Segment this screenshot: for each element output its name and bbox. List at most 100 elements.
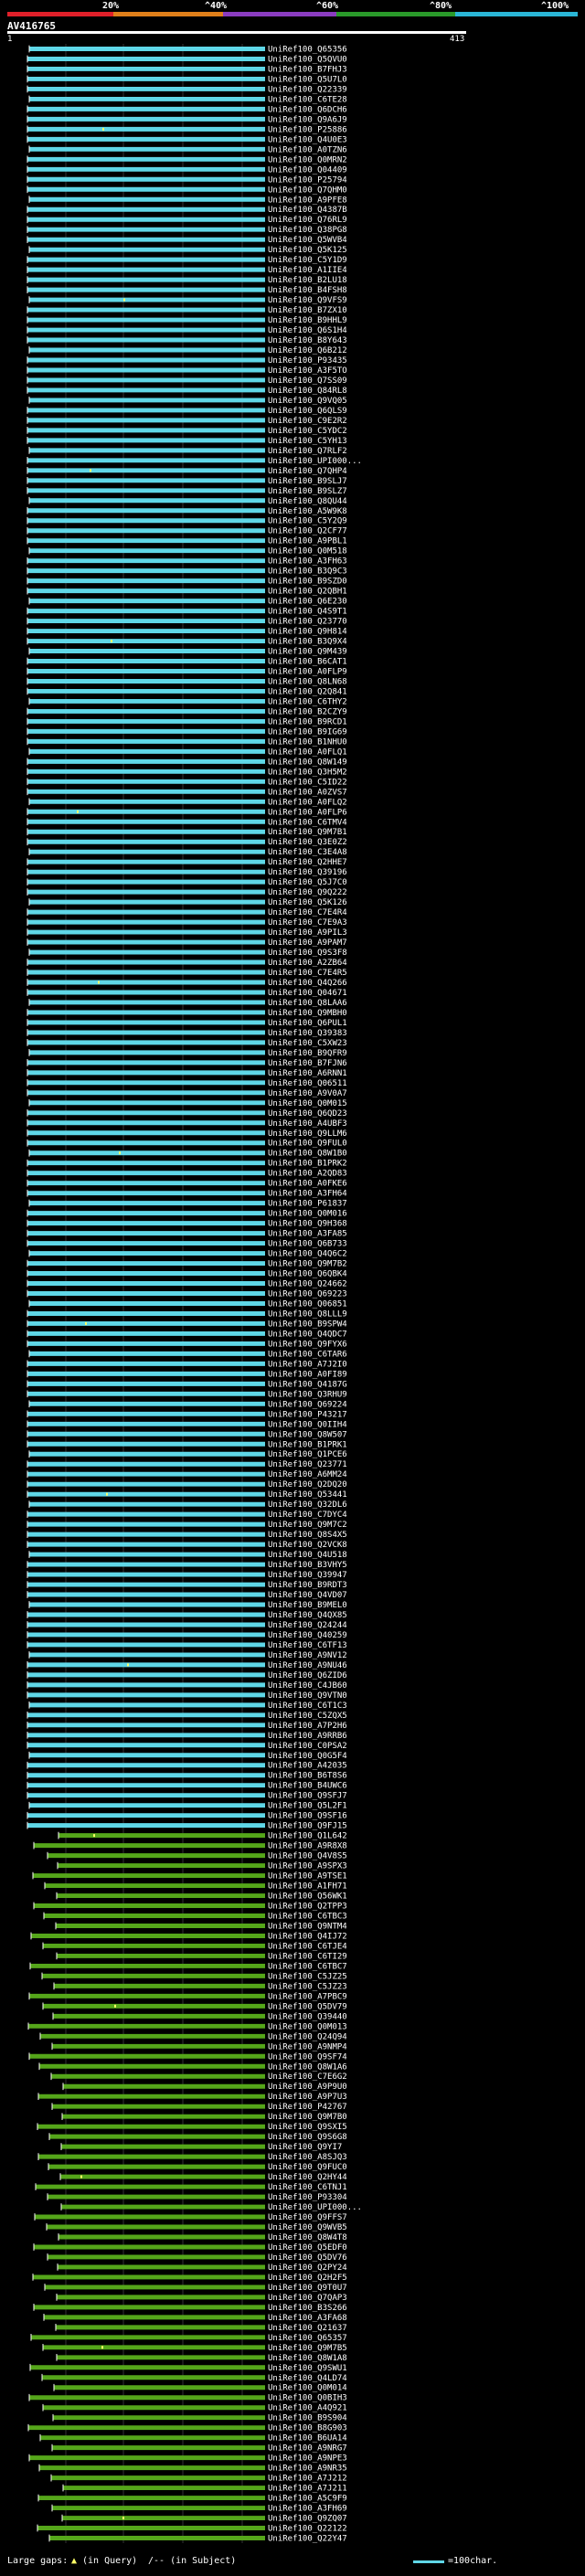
hit-row[interactable]: UniRef100_Q0M015 [28,1099,347,1108]
hit-row[interactable]: UniRef100_Q8W1A6 [38,2062,347,2072]
hit-label[interactable]: UniRef100_A9NR35 [268,2465,347,2474]
hit-row[interactable]: UniRef100_Q9T0U7 [44,2284,347,2293]
hit-label[interactable]: UniRef100_Q4QX85 [268,1611,347,1620]
hit-row[interactable]: UniRef100_Q9FUC0 [48,2163,347,2172]
hit-label[interactable]: UniRef100_Q6QLS9 [268,407,347,416]
hit-row[interactable]: UniRef100_Q22Y47 [48,2535,347,2543]
hit-label[interactable]: UniRef100_A9P9U0 [268,2083,347,2092]
hit-label[interactable]: UniRef100_Q56WK1 [268,1892,347,1902]
hit-row[interactable]: UniRef100_C6TE28 [28,95,347,104]
hit-row[interactable]: UniRef100_B8G903 [27,2424,347,2433]
hit-label[interactable]: UniRef100_Q8LAA6 [268,999,347,1008]
hit-label[interactable]: UniRef100_Q65357 [268,2334,347,2343]
hit-row[interactable]: UniRef100_Q9VFS9 [28,296,347,305]
hit-row[interactable]: UniRef100_Q9H368 [27,1220,347,1229]
hit-row[interactable]: UniRef100_A5W9K8 [27,507,347,516]
hit-label[interactable]: UniRef100_Q9FUL0 [268,1140,347,1149]
hit-label[interactable]: UniRef100_Q2HY44 [268,2173,347,2182]
hit-label[interactable]: UniRef100_Q6DCH6 [268,105,347,114]
hit-row[interactable]: UniRef100_Q8W149 [27,758,347,767]
hit-label[interactable]: UniRef100_Q4V8S5 [268,1852,347,1861]
hit-label[interactable]: UniRef100_Q2TPP3 [268,1903,347,1912]
hit-row[interactable]: UniRef100_B9RDT3 [27,1581,347,1590]
hit-row[interactable]: UniRef100_Q9FFS7 [34,2213,347,2222]
hit-row[interactable]: UniRef100_A9NRG7 [51,2444,347,2454]
hit-label[interactable]: UniRef100_Q8W4T8 [268,2233,347,2242]
hit-row[interactable]: UniRef100_A9RRB6 [27,1732,347,1741]
hit-row[interactable]: UniRef100_Q4IJ72 [30,1932,347,1941]
hit-row[interactable]: UniRef100_Q9MBH0 [27,1009,347,1018]
hit-row[interactable]: UniRef100_A0FI89 [27,1370,347,1379]
hit-label[interactable]: UniRef100_Q9MBH0 [268,1009,347,1018]
hit-row[interactable]: UniRef100_Q0M016 [27,1210,347,1219]
hit-row[interactable]: UniRef100_B1PRK1 [27,1440,347,1449]
hit-row[interactable]: UniRef100_Q3E0Z2 [27,838,347,847]
hit-label[interactable]: UniRef100_B9MEL0 [268,1601,347,1610]
hit-row[interactable]: UniRef100_Q6QLS9 [27,407,347,416]
hit-row[interactable]: UniRef100_Q2Q841 [27,687,347,696]
hit-label[interactable]: UniRef100_A4UBF3 [268,1119,347,1129]
hit-row[interactable]: UniRef100_Q4U0E3 [27,135,347,144]
hit-row[interactable]: UniRef100_Q2QBH1 [27,588,347,597]
hit-label[interactable]: UniRef100_A3FH63 [268,557,347,567]
hit-row[interactable]: UniRef100_Q8LN68 [27,677,347,686]
hit-label[interactable]: UniRef100_A9RRB6 [268,1732,347,1741]
hit-row[interactable]: UniRef100_A9V0A7 [27,1089,347,1098]
hit-label[interactable]: UniRef100_A7J211 [268,2485,347,2494]
hit-row[interactable]: UniRef100_Q7QAP3 [56,2294,347,2303]
hit-label[interactable]: UniRef100_A1IIE4 [268,266,347,275]
hit-row[interactable]: UniRef100_A2ZB64 [27,959,347,968]
hit-row[interactable]: UniRef100_A0FKE6 [27,1180,347,1189]
hit-label[interactable]: UniRef100_C6TJE4 [268,1942,347,1951]
hit-row[interactable]: UniRef100_A5C9F9 [37,2495,347,2504]
hit-label[interactable]: UniRef100_B9SLJ7 [268,477,347,486]
hit-row[interactable]: UniRef100_B3S266 [33,2304,347,2313]
hit-row[interactable]: UniRef100_Q4Q266 [27,979,347,988]
hit-label[interactable]: UniRef100_Q0M016 [268,1210,347,1219]
hit-row[interactable]: UniRef100_Q9SF16 [27,1812,347,1821]
hit-row[interactable]: UniRef100_B9IG69 [27,727,347,737]
hit-label[interactable]: UniRef100_C7DYC4 [268,1511,347,1520]
hit-row[interactable]: UniRef100_Q24244 [27,1621,347,1630]
hit-label[interactable]: UniRef100_Q4187G [268,1380,347,1389]
hit-row[interactable]: UniRef100_Q5K125 [28,246,347,255]
hit-row[interactable]: UniRef100_A9PIL3 [27,928,347,938]
hit-label[interactable]: UniRef100_Q22Y47 [268,2535,347,2543]
hit-row[interactable]: UniRef100_Q39440 [52,2012,347,2021]
hit-label[interactable]: UniRef100_A2QD83 [268,1170,347,1179]
hit-label[interactable]: UniRef100_A0FLQ2 [268,798,347,807]
hit-row[interactable]: UniRef100_B9S904 [52,2414,347,2423]
hit-label[interactable]: UniRef100_B1PRK1 [268,1440,347,1449]
hit-label[interactable]: UniRef100_B9RCD1 [268,717,347,726]
hit-label[interactable]: UniRef100_Q7QHM0 [268,186,347,195]
hit-row[interactable]: UniRef100_Q40259 [27,1631,347,1640]
hit-row[interactable]: UniRef100_Q04409 [27,165,347,175]
hit-label[interactable]: UniRef100_A42035 [268,1762,347,1771]
hit-row[interactable]: UniRef100_A1FH71 [44,1882,347,1892]
hit-label[interactable]: UniRef100_Q2H2F5 [268,2274,347,2283]
hit-label[interactable]: UniRef100_A3FH69 [268,2505,347,2514]
hit-row[interactable]: UniRef100_C5YDC2 [27,427,347,436]
hit-row[interactable]: UniRef100_A9SPX3 [57,1862,347,1871]
hit-row[interactable]: UniRef100_Q4VD07 [27,1591,347,1600]
hit-label[interactable]: UniRef100_Q9SWU1 [268,2364,347,2373]
hit-row[interactable]: UniRef100_A3FH64 [27,1190,347,1199]
hit-row[interactable]: UniRef100_P25886 [27,125,347,134]
hit-label[interactable]: UniRef100_Q4IJ72 [268,1932,347,1941]
hit-label[interactable]: UniRef100_Q39947 [268,1571,347,1580]
hit-row[interactable]: UniRef100_B9RCD1 [27,717,347,726]
hit-label[interactable]: UniRef100_Q2CF77 [268,527,347,536]
hit-label[interactable]: UniRef100_Q38PG8 [268,226,347,235]
hit-row[interactable]: UniRef100_Q9LLM6 [27,1129,347,1139]
hit-label[interactable]: UniRef100_Q04409 [268,165,347,175]
hit-row[interactable]: UniRef100_Q24662 [27,1280,347,1289]
hit-label[interactable]: UniRef100_B1NHU0 [268,737,347,747]
hit-label[interactable]: UniRef100_Q3E0Z2 [268,838,347,847]
hit-label[interactable]: UniRef100_Q24244 [268,1621,347,1630]
hit-row[interactable]: UniRef100_A1IIE4 [27,266,347,275]
hit-row[interactable]: UniRef100_Q39947 [27,1571,347,1580]
hit-label[interactable]: UniRef100_Q04671 [268,989,347,998]
hit-row[interactable]: UniRef100_Q2PY24 [57,2263,347,2273]
hit-label[interactable]: UniRef100_Q9SXI5 [268,2123,347,2132]
hit-row[interactable]: UniRef100_A0TZN6 [28,145,347,154]
